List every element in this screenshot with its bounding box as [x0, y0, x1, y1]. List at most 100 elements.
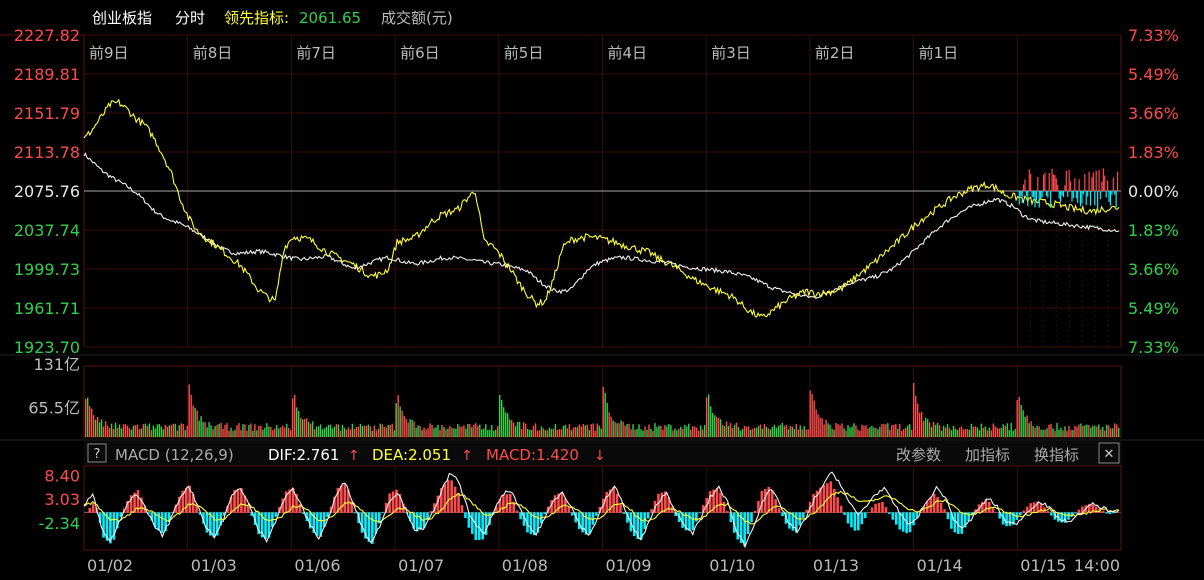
volume-bar: [262, 429, 264, 437]
volume-bar: [966, 429, 969, 437]
volume-bar: [142, 424, 145, 437]
volume-bar: [417, 425, 419, 437]
volume-bar: [739, 430, 742, 437]
volume-bar: [831, 428, 833, 437]
macd-hist-bar: [846, 512, 850, 524]
volume-bar: [397, 395, 399, 437]
volume-bar: [1074, 425, 1076, 437]
macd-hist-bar: [836, 497, 839, 513]
volume-bar: [405, 418, 407, 437]
volume-bar: [821, 418, 823, 437]
volume-bar: [124, 424, 127, 437]
day-label: 前3日: [711, 44, 751, 62]
volume-bar: [930, 427, 933, 437]
macd-hist-bar: [1077, 509, 1081, 513]
volume-bar: [875, 427, 877, 437]
macd-hist-bar: [1019, 512, 1022, 516]
volume-bar: [863, 425, 865, 437]
volume-bar: [427, 428, 429, 437]
volume-bar: [552, 428, 555, 437]
volume-bar: [753, 427, 756, 437]
volume-bar: [729, 423, 732, 437]
volume-bar: [582, 424, 584, 437]
volume-bar: [325, 427, 328, 437]
volume-bar: [982, 427, 985, 437]
macd-hist-bar: [929, 497, 933, 513]
volume-bar: [341, 424, 344, 437]
volume-bar: [461, 426, 463, 437]
volume-bar: [240, 430, 242, 437]
volume-bar: [200, 416, 202, 437]
volume-bar: [773, 424, 776, 437]
volume-bar: [638, 424, 640, 437]
volume-bar: [737, 427, 740, 437]
x-axis-label: 01/02: [87, 556, 133, 575]
volume-bar: [532, 425, 535, 437]
volume-bar: [829, 424, 831, 437]
volume-bar: [391, 423, 393, 437]
volume-bar: [684, 424, 686, 437]
volume-bar: [401, 410, 403, 437]
volume-bar: [85, 398, 87, 437]
macd-hist-bar: [953, 512, 957, 533]
volume-bar: [566, 428, 569, 437]
macd-hist-bar: [588, 512, 591, 534]
volume-bar: [632, 424, 634, 437]
volume-bar: [357, 426, 360, 437]
volume-bar: [873, 427, 875, 437]
macd-hist-bar: [898, 512, 902, 530]
volume-bar: [992, 423, 995, 437]
edit-params-button[interactable]: 改参数: [896, 446, 941, 464]
price-axis-tick: 1961.71: [14, 299, 80, 318]
volume-bar: [1018, 396, 1020, 437]
volume-bar: [668, 424, 670, 437]
macd-hist-bar: [264, 512, 267, 539]
volume-bar: [451, 427, 453, 437]
volume-bar: [944, 427, 947, 437]
help-button[interactable]: ?: [94, 447, 101, 462]
add-indicator-button[interactable]: 加指标: [965, 446, 1010, 464]
volume-bar: [1118, 427, 1120, 437]
volume-bar: [855, 425, 857, 437]
volume-bar: [1100, 429, 1102, 437]
volume-bar: [797, 429, 799, 437]
volume-bar: [1064, 426, 1066, 437]
volume-bar: [1006, 423, 1008, 437]
macd-hist-bar: [91, 503, 95, 513]
volume-bar: [477, 426, 479, 437]
volume-bar: [210, 425, 212, 437]
volume-bar: [116, 427, 119, 437]
lead-indicator-label: 领先指标:: [224, 9, 289, 27]
volume-bar: [622, 421, 624, 437]
percent-axis-tick: 5.49%: [1128, 299, 1179, 318]
switch-indicator-button[interactable]: 换指标: [1034, 446, 1079, 464]
x-axis-label: 01/07: [398, 556, 444, 575]
volume-bar: [934, 424, 937, 437]
volume-bar: [1052, 428, 1054, 437]
volume-bar: [208, 422, 210, 437]
volume-bar: [473, 424, 475, 437]
mode-label[interactable]: 分时: [175, 9, 205, 27]
volume-bar: [122, 424, 125, 437]
volume-axis-tick: 65.5亿: [28, 399, 80, 418]
macd-hist-bar: [650, 509, 653, 513]
volume-bar: [1014, 428, 1016, 437]
volume-bar: [861, 424, 863, 437]
x-axis-label: 01/13: [813, 556, 859, 575]
volume-bar: [940, 430, 943, 437]
volume-bar: [1080, 423, 1082, 437]
volume-bar: [546, 430, 549, 437]
volume-bar: [698, 430, 700, 437]
volume-bar: [1098, 424, 1100, 437]
close-icon[interactable]: ✕: [1104, 447, 1115, 462]
macd-hist-bar: [567, 507, 571, 513]
volume-bar: [1040, 429, 1042, 437]
volume-bar: [853, 423, 855, 437]
volume-bar: [536, 430, 539, 437]
macd-hist-bar: [777, 508, 781, 513]
macd-hist-bar: [877, 502, 881, 513]
volume-bar: [301, 419, 304, 437]
volume-bar: [628, 423, 630, 437]
volume-bar: [459, 426, 461, 437]
volume-bar: [1088, 424, 1090, 437]
